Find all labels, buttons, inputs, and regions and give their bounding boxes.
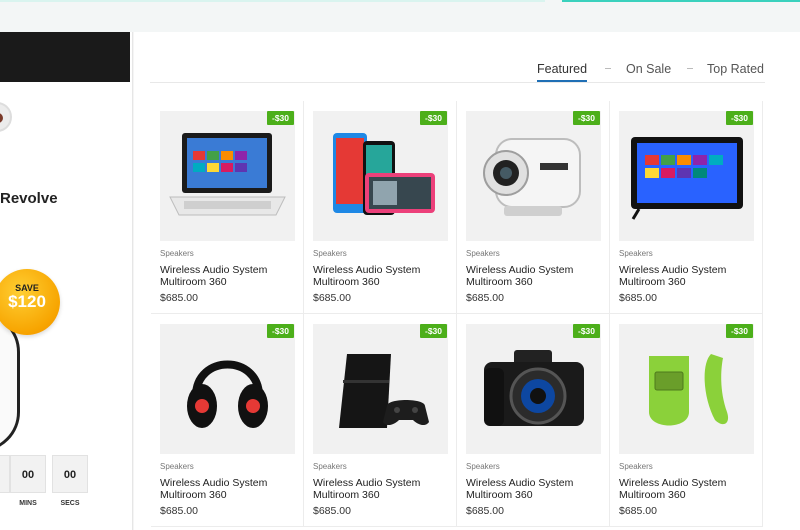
game-console-image[interactable] — [313, 324, 448, 454]
product-card[interactable]: -$30 Speakers Wireless Audio System Mult… — [457, 101, 610, 314]
deal-avatar-icon — [0, 102, 12, 132]
save-badge: SAVE $120 — [0, 269, 60, 335]
tab-separator — [605, 68, 611, 69]
deal-card[interactable]: Revolve SAVE $120 00 00 MINS SECS — [0, 32, 133, 530]
fitness-tracker-image[interactable] — [619, 324, 754, 454]
deal-title[interactable]: Revolve — [0, 190, 58, 207]
timer-mins-box: 00 — [10, 455, 46, 493]
timer-mins-label: MINS — [19, 500, 37, 507]
product-name[interactable]: Wireless Audio System Multiroom 360 — [619, 477, 754, 501]
timer-secs-box: 00 — [52, 455, 88, 493]
product-card[interactable]: -$30 Speakers Wireless Audio System Mult… — [457, 314, 610, 527]
top-divider — [0, 0, 545, 2]
tab-top-rated[interactable]: Top Rated — [707, 62, 764, 76]
discount-badge: -$30 — [725, 324, 753, 338]
product-category[interactable]: Speakers — [466, 462, 500, 471]
product-name[interactable]: Wireless Audio System Multiroom 360 — [160, 264, 295, 288]
product-card[interactable]: -$30 Speakers Wireless Audio System Mult… — [610, 101, 763, 314]
product-name[interactable]: Wireless Audio System Multiroom 360 — [160, 477, 295, 501]
discount-badge: -$30 — [266, 324, 294, 338]
product-price: $685.00 — [313, 505, 351, 517]
top-accent-line — [562, 0, 800, 2]
timer-secs-label: SECS — [60, 500, 80, 507]
deal-card-header — [0, 32, 130, 82]
product-card[interactable]: -$30 Speakers Wireless Audio System Mult… — [610, 314, 763, 527]
tab-separator — [687, 68, 693, 69]
product-card[interactable]: -$30 Speakers Wireless Audio System Mult… — [304, 101, 457, 314]
product-name[interactable]: Wireless Audio System Multiroom 360 — [619, 264, 754, 288]
smartphones-image[interactable] — [313, 111, 448, 241]
product-category[interactable]: Speakers — [313, 462, 347, 471]
product-price: $685.00 — [619, 292, 657, 304]
product-price: $685.00 — [466, 292, 504, 304]
product-category[interactable]: Speakers — [160, 462, 194, 471]
product-price: $685.00 — [466, 505, 504, 517]
product-grid: -$30 Speakers Wireless Audio System Mult… — [151, 101, 766, 530]
product-price: $685.00 — [160, 505, 198, 517]
discount-badge: -$30 — [572, 324, 600, 338]
discount-badge: -$30 — [266, 111, 294, 125]
product-price: $685.00 — [160, 292, 198, 304]
tab-featured[interactable]: Featured — [537, 62, 588, 82]
product-price: $685.00 — [313, 292, 351, 304]
dslr-camera-image[interactable] — [466, 324, 601, 454]
product-category[interactable]: Speakers — [313, 249, 347, 258]
product-category[interactable]: Speakers — [619, 462, 653, 471]
tab-on-sale[interactable]: On Sale — [626, 62, 671, 76]
discount-badge: -$30 — [419, 111, 447, 125]
product-price: $685.00 — [619, 505, 657, 517]
product-card[interactable]: -$30 Speakers Wireless Audio System Mult… — [151, 314, 304, 527]
page: Revolve SAVE $120 00 00 MINS SECS Featur… — [0, 0, 800, 530]
product-name[interactable]: Wireless Audio System Multiroom 360 — [466, 477, 601, 501]
product-name[interactable]: Wireless Audio System Multiroom 360 — [466, 264, 601, 288]
tablet-image[interactable] — [619, 111, 754, 241]
top-bar — [0, 0, 800, 32]
save-amount: $120 — [8, 292, 46, 311]
timer-hours-box — [0, 455, 10, 493]
product-category[interactable]: Speakers — [619, 249, 653, 258]
discount-badge: -$30 — [572, 111, 600, 125]
headphones-image[interactable] — [160, 324, 295, 454]
discount-badge: -$30 — [725, 111, 753, 125]
product-tabs: Featured On Sale Top Rated — [150, 32, 765, 83]
product-card[interactable]: -$30 Speakers Wireless Audio System Mult… — [151, 101, 304, 314]
laptop-image[interactable] — [160, 111, 295, 241]
action-camera-image[interactable] — [466, 111, 601, 241]
product-category[interactable]: Speakers — [466, 249, 500, 258]
products-panel: Featured On Sale Top Rated -$30 Speakers… — [134, 32, 800, 530]
product-category[interactable]: Speakers — [160, 249, 194, 258]
product-name[interactable]: Wireless Audio System Multiroom 360 — [313, 264, 448, 288]
product-name[interactable]: Wireless Audio System Multiroom 360 — [313, 477, 448, 501]
discount-badge: -$30 — [419, 324, 447, 338]
product-card[interactable]: -$30 Speakers Wireless Audio System Mult… — [304, 314, 457, 527]
